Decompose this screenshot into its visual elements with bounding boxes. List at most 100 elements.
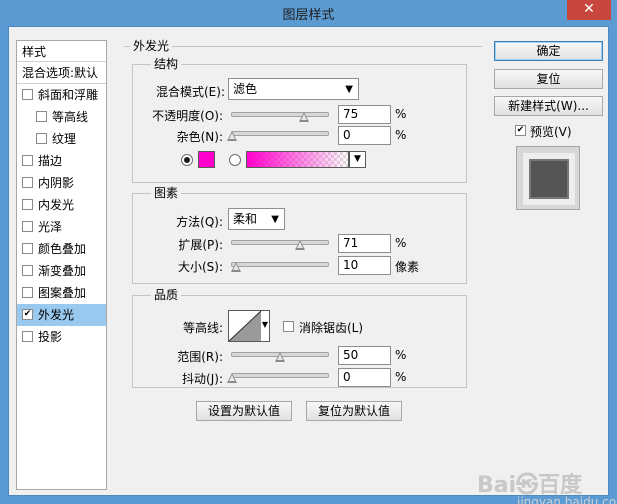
dialog-body: 样式 混合选项:默认 斜面和浮雕 等高线 纹理 描边 内阴影 内发光 光泽 颜色叠加 渐变叠加图… bbox=[8, 26, 617, 504]
ok-button[interactable]: 确定 bbox=[494, 41, 603, 61]
noise-label: 杂色(N): bbox=[176, 130, 223, 144]
noise-slider[interactable] bbox=[227, 131, 329, 141]
blend-options-item[interactable]: 混合选项:默认 bbox=[17, 62, 106, 84]
style-checkbox[interactable] bbox=[22, 221, 33, 232]
style-list-item-label: 投影 bbox=[38, 330, 63, 344]
contour-label: 等高线: bbox=[182, 321, 223, 335]
chevron-down-icon: ▼ bbox=[345, 84, 353, 95]
chevron-down-icon: ▼ bbox=[261, 320, 268, 329]
title-bar: 图层样式 ✕ bbox=[0, 0, 617, 26]
style-list-header[interactable]: 样式 bbox=[17, 41, 106, 62]
size-slider-thumb[interactable] bbox=[230, 262, 241, 272]
size-slider[interactable] bbox=[230, 262, 329, 272]
glow-color-swatch[interactable] bbox=[198, 151, 215, 168]
style-list-item[interactable]: 颜色叠加 bbox=[17, 238, 106, 260]
preview-label: 预览(V) bbox=[530, 125, 572, 139]
blend-mode-value: 滤色 bbox=[233, 82, 258, 96]
size-unit: 像素 bbox=[395, 260, 420, 274]
style-checkbox[interactable] bbox=[22, 331, 33, 342]
style-checkbox[interactable] bbox=[22, 199, 33, 210]
spread-unit: % bbox=[395, 236, 407, 250]
spread-input[interactable]: 71 bbox=[338, 234, 391, 253]
solid-color-radio[interactable] bbox=[181, 154, 193, 166]
reset-button[interactable]: 复位 bbox=[494, 69, 603, 89]
style-checkbox[interactable] bbox=[22, 177, 33, 188]
style-list-item[interactable]: 斜面和浮雕 bbox=[17, 84, 106, 106]
preview-checkbox[interactable]: ✔ bbox=[515, 125, 526, 136]
contour-curve-icon bbox=[229, 311, 261, 341]
style-list-item-label: 外发光 bbox=[38, 308, 75, 322]
style-preview-thumbnail bbox=[516, 146, 580, 210]
gradient-picker-dropdown[interactable]: ▼ bbox=[349, 151, 366, 168]
set-as-default-button[interactable]: 设置为默认值 bbox=[196, 401, 292, 421]
blend-mode-select[interactable]: 滤色 ▼ bbox=[228, 78, 359, 100]
method-label: 方法(Q): bbox=[176, 215, 223, 229]
preview-swatch bbox=[529, 159, 569, 199]
method-select[interactable]: 柔和 ▼ bbox=[228, 208, 285, 230]
style-list-item[interactable]: 投影 bbox=[17, 326, 106, 348]
style-list-item[interactable]: 内阴影 bbox=[17, 172, 106, 194]
opacity-label: 不透明度(O): bbox=[152, 109, 223, 123]
spread-slider-thumb[interactable] bbox=[295, 240, 306, 250]
watermark-url: jingyan.baidu.com bbox=[517, 495, 617, 504]
outer-glow-title: 外发光 bbox=[130, 39, 173, 53]
jitter-label: 抖动(J): bbox=[182, 372, 223, 386]
style-checkbox[interactable]: ✔ bbox=[22, 309, 33, 320]
style-list-item[interactable]: 光泽 bbox=[17, 216, 106, 238]
window-title: 图层样式 bbox=[282, 8, 335, 23]
style-list-item[interactable]: ✔ 外发光 bbox=[17, 304, 106, 326]
chevron-down-icon: ▼ bbox=[354, 154, 361, 164]
style-list-item[interactable]: 纹理 bbox=[17, 128, 106, 150]
jitter-unit: % bbox=[395, 370, 407, 384]
jitter-input[interactable]: 0 bbox=[338, 368, 391, 387]
method-value: 柔和 bbox=[233, 212, 258, 226]
style-list-item[interactable]: 图案叠加 bbox=[17, 282, 106, 304]
style-list-item-label: 光泽 bbox=[38, 220, 63, 234]
size-label: 大小(S): bbox=[177, 260, 223, 274]
style-list-item-label: 等高线 bbox=[52, 110, 89, 124]
antialias-label: 消除锯齿(L) bbox=[299, 321, 364, 335]
jitter-slider[interactable] bbox=[227, 373, 329, 383]
style-list-item-label: 纹理 bbox=[52, 132, 77, 146]
style-checkbox[interactable] bbox=[22, 89, 33, 100]
style-checkbox[interactable] bbox=[36, 111, 47, 122]
new-style-button[interactable]: 新建样式(W)... bbox=[494, 96, 603, 116]
checkmark-icon: ✔ bbox=[516, 125, 525, 135]
style-checkbox[interactable] bbox=[22, 243, 33, 254]
range-slider[interactable] bbox=[231, 352, 329, 362]
spread-slider[interactable] bbox=[231, 240, 329, 250]
style-list-item[interactable]: 渐变叠加 bbox=[17, 260, 106, 282]
style-list-item-label: 渐变叠加 bbox=[38, 264, 87, 278]
chevron-down-icon: ▼ bbox=[271, 214, 279, 225]
style-checkbox[interactable] bbox=[22, 287, 33, 298]
noise-input[interactable]: 0 bbox=[338, 126, 391, 145]
opacity-slider[interactable] bbox=[231, 112, 329, 122]
opacity-slider-thumb[interactable] bbox=[299, 112, 309, 122]
style-checkbox[interactable] bbox=[36, 133, 47, 144]
style-list-item[interactable]: 描边 bbox=[17, 150, 106, 172]
antialias-checkbox[interactable] bbox=[283, 321, 294, 332]
size-input[interactable]: 10 bbox=[338, 256, 391, 275]
style-list-item-label: 描边 bbox=[38, 154, 63, 168]
structure-title: 结构 bbox=[151, 57, 182, 71]
checkmark-icon: ✔ bbox=[23, 309, 32, 319]
elements-title: 图素 bbox=[151, 186, 182, 200]
glow-gradient-swatch[interactable] bbox=[246, 151, 349, 168]
range-slider-thumb[interactable] bbox=[275, 352, 285, 362]
style-list-item-label: 图案叠加 bbox=[38, 286, 87, 300]
jitter-slider-thumb[interactable] bbox=[227, 373, 237, 383]
style-checkbox[interactable] bbox=[22, 155, 33, 166]
style-list-item[interactable]: 内发光 bbox=[17, 194, 106, 216]
close-button[interactable]: ✕ bbox=[567, 0, 611, 20]
opacity-input[interactable]: 75 bbox=[338, 105, 391, 124]
style-checkbox[interactable] bbox=[22, 265, 33, 276]
style-list-item[interactable]: 等高线 bbox=[17, 106, 106, 128]
blend-mode-label: 混合模式(E): bbox=[156, 85, 225, 99]
range-unit: % bbox=[395, 348, 407, 362]
gradient-radio[interactable] bbox=[229, 154, 241, 166]
range-input[interactable]: 50 bbox=[338, 346, 391, 365]
noise-slider-thumb[interactable] bbox=[227, 131, 237, 141]
reset-to-default-button[interactable]: 复位为默认值 bbox=[306, 401, 402, 421]
contour-picker[interactable]: ▼ bbox=[228, 310, 270, 342]
style-list-item-label: 内阴影 bbox=[38, 176, 75, 190]
